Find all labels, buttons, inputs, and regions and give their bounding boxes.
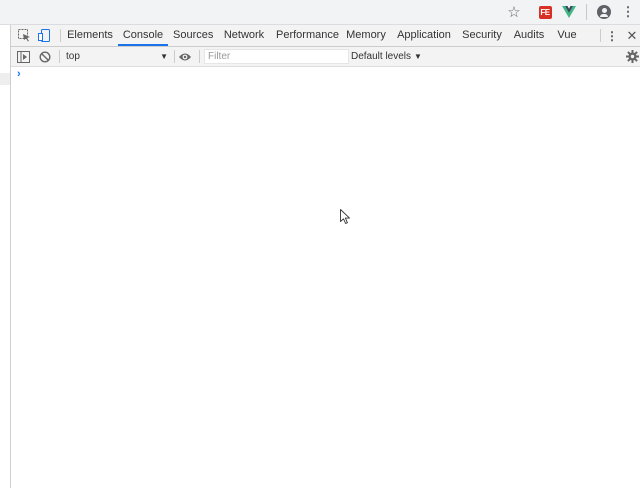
- toolbar-divider: [59, 50, 60, 63]
- close-devtools-icon[interactable]: ✕: [624, 28, 640, 43]
- tab-vue[interactable]: Vue: [556, 25, 578, 45]
- chevron-down-icon: ▼: [160, 52, 168, 61]
- show-sidebar-icon[interactable]: [15, 49, 31, 64]
- clear-console-icon[interactable]: [37, 49, 53, 64]
- tab-security[interactable]: Security: [461, 25, 503, 45]
- bookmark-star-icon[interactable]: ☆: [505, 3, 523, 21]
- more-vert-icon[interactable]: ⋮: [622, 3, 635, 21]
- log-levels-label: Default levels: [351, 51, 412, 62]
- console-output-area[interactable]: ›: [11, 67, 640, 488]
- page-viewport-highlight: [0, 73, 10, 85]
- console-prompt-chevron-icon[interactable]: ›: [17, 68, 21, 80]
- chevron-down-icon: ▼: [414, 52, 422, 61]
- toolbar-divider: [586, 4, 587, 20]
- page-viewport-strip: [0, 25, 11, 488]
- tab-audits[interactable]: Audits: [512, 25, 546, 45]
- toolbar-divider: [199, 50, 200, 63]
- console-filter-input[interactable]: [204, 49, 349, 64]
- tab-application[interactable]: Application: [397, 25, 451, 45]
- profile-icon[interactable]: [595, 3, 613, 21]
- extension-fe-icon[interactable]: FE: [537, 3, 553, 21]
- browser-toolbar: ☆ FE ⋮: [0, 0, 640, 25]
- toolbar-divider: [174, 50, 175, 63]
- tab-console[interactable]: Console: [118, 25, 168, 46]
- execution-context-value: top: [66, 51, 80, 62]
- log-levels-select[interactable]: Default levels ▼: [351, 49, 422, 64]
- console-toolbar: top ▼ Default levels▼: [11, 47, 640, 67]
- execution-context-select[interactable]: top ▼: [62, 49, 168, 64]
- mouse-cursor-icon: [340, 209, 350, 224]
- console-settings-gear-icon[interactable]: [624, 49, 640, 64]
- extension-fe-label: FE: [538, 5, 552, 19]
- tab-memory[interactable]: Memory: [345, 25, 387, 45]
- inspect-element-icon[interactable]: [16, 28, 32, 43]
- tab-divider: [60, 29, 61, 42]
- tab-divider: [600, 29, 601, 42]
- live-expression-eye-icon[interactable]: [177, 49, 193, 64]
- tab-network[interactable]: Network: [223, 25, 265, 45]
- devtools-tab-bar: Elements Console Sources Network Perform…: [11, 25, 640, 47]
- extension-vue-icon[interactable]: [561, 3, 577, 21]
- devtools-menu-icon[interactable]: ⋮: [604, 28, 620, 43]
- vue-logo-icon: [562, 6, 576, 18]
- tab-sources[interactable]: Sources: [173, 25, 213, 45]
- device-toolbar-icon[interactable]: [36, 28, 52, 43]
- tab-performance[interactable]: Performance: [276, 25, 339, 45]
- tab-elements[interactable]: Elements: [65, 25, 115, 45]
